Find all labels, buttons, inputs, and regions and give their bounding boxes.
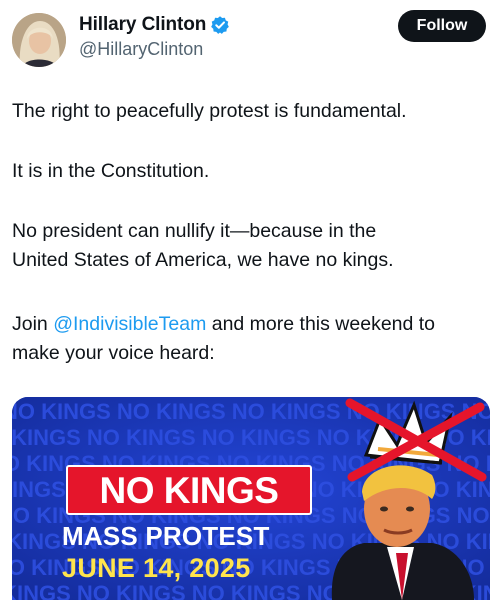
no-kings-banner: NO KINGS (66, 465, 312, 515)
protest-date: JUNE 14, 2025 (62, 553, 251, 583)
join-text: Join (12, 313, 54, 335)
avatar[interactable] (12, 13, 66, 67)
tweet-paragraph-3-line-2: United States of America, we have no kin… (12, 249, 394, 271)
tweet-paragraph-1: The right to peacefully protest is funda… (12, 100, 407, 122)
protest-subtitle: MASS PROTEST (62, 521, 270, 551)
tweet-paragraph-3-line-1: No president can nullify it—because in t… (12, 220, 377, 242)
tweet-paragraph-4-suffix: and more this weekend to (206, 313, 436, 335)
user-handle[interactable]: @HillaryClinton (79, 39, 230, 60)
banner-title: NO KINGS (99, 469, 279, 511)
mention-link[interactable]: @IndivisibleTeam (53, 313, 206, 335)
follow-button[interactable]: Follow (398, 10, 486, 42)
tweet-paragraph-4: Join @IndivisibleTeam and more this week… (12, 310, 494, 368)
avatar-photo (12, 13, 66, 67)
tweet-paragraph-4-line-2: make your voice heard: (12, 342, 215, 364)
display-name[interactable]: Hillary Clinton (79, 14, 206, 36)
tweet-header: Hillary Clinton @HillaryClinton Follow (0, 0, 501, 80)
author-info: Hillary Clinton @HillaryClinton (79, 13, 230, 60)
tweet-media-image[interactable]: NO KINGS NO KINGS NO KINGS NO KINGS NO K… (12, 397, 490, 600)
tweet-paragraph-2: It is in the Constitution. (12, 160, 210, 182)
display-name-row: Hillary Clinton (79, 13, 230, 37)
verified-badge-icon (210, 15, 230, 35)
tweet-paragraph-4-line-1: Join @IndivisibleTeam and more this week… (12, 310, 494, 339)
tweet-paragraph-3: No president can nullify it—because in t… (12, 217, 494, 275)
